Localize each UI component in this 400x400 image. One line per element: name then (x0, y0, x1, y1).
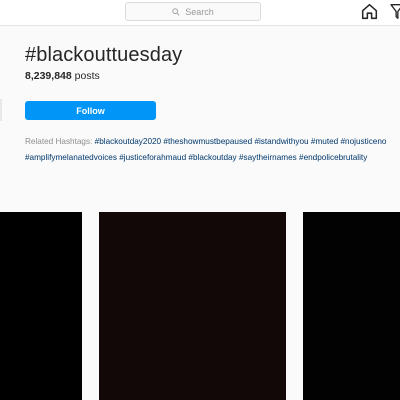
hashtag-title: #blackouttuesday (25, 44, 183, 66)
home-icon[interactable] (361, 3, 378, 20)
related-hashtag-link[interactable]: #amplifymelanatedvoices (25, 153, 117, 162)
related-hashtag-link[interactable]: #istandwithyou (254, 137, 308, 146)
related-hashtags: Related Hashtags: #blackoutday2020 #thes… (25, 134, 400, 166)
related-hashtag-link[interactable]: #saytheirnames (239, 153, 297, 162)
top-navigation-bar: Search (0, 0, 400, 26)
post-tile-black[interactable] (303, 212, 400, 400)
search-placeholder: Search (185, 6, 214, 17)
search-icon (172, 7, 180, 16)
search-input[interactable]: Search (125, 2, 261, 21)
post-tile-black[interactable] (99, 212, 286, 400)
post-count: 8,239,848 posts (25, 70, 100, 82)
related-hashtags-line-1: Related Hashtags: #blackoutday2020 #thes… (25, 134, 400, 150)
related-hashtags-label: Related Hashtags: (25, 137, 93, 146)
post-count-suffix: posts (74, 70, 100, 82)
related-hashtag-link[interactable]: #justiceforahmaud (119, 153, 186, 162)
related-hashtag-link[interactable]: #endpolicebrutality (299, 153, 367, 162)
follow-button[interactable]: Follow (25, 101, 156, 120)
send-icon[interactable] (390, 3, 400, 20)
related-hashtag-link[interactable]: #blackoutday2020 (95, 137, 161, 146)
post-count-number: 8,239,848 (25, 70, 72, 82)
post-tile-black[interactable] (0, 212, 82, 400)
related-hashtag-link[interactable]: #theshowmustbepaused (163, 137, 252, 146)
related-hashtag-link[interactable]: #blackoutday (188, 153, 236, 162)
related-hashtags-line-2: #amplifymelanatedvoices #justiceforahmau… (25, 150, 400, 166)
left-edge-fragment (0, 99, 2, 121)
related-hashtag-link[interactable]: #muted (311, 137, 338, 146)
related-hashtag-link[interactable]: #nojusticeno (340, 137, 386, 146)
